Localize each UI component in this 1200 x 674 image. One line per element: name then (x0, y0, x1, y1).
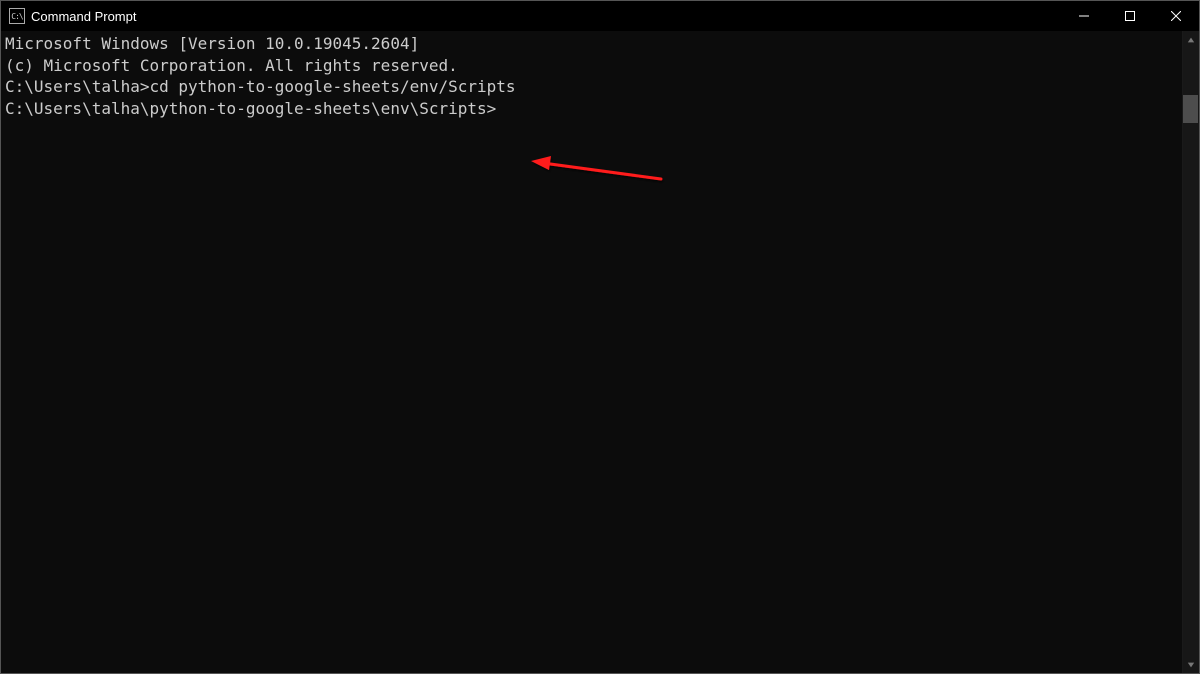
chevron-down-icon (1187, 661, 1195, 669)
cursor (496, 100, 505, 118)
maximize-button[interactable] (1107, 1, 1153, 31)
terminal-line: (c) Microsoft Corporation. All rights re… (5, 55, 1182, 77)
prompt: C:\Users\talha> (5, 77, 150, 96)
annotation-arrow-icon (531, 149, 671, 189)
titlebar[interactable]: C:\ Command Prompt (1, 1, 1199, 31)
command-text: cd python-to-google-sheets/env/Scripts (150, 77, 516, 96)
minimize-icon (1079, 11, 1089, 21)
terminal-line: C:\Users\talha\python-to-google-sheets\e… (5, 98, 1182, 120)
maximize-icon (1125, 11, 1135, 21)
scroll-up-button[interactable] (1183, 31, 1199, 48)
scroll-track[interactable] (1183, 48, 1199, 656)
terminal-line: Microsoft Windows [Version 10.0.19045.26… (5, 33, 1182, 55)
vertical-scrollbar[interactable] (1182, 31, 1199, 673)
scroll-down-button[interactable] (1183, 656, 1199, 673)
window-controls (1061, 1, 1199, 31)
command-prompt-window: C:\ Command Prompt Microsoft Windows [Ve… (0, 0, 1200, 674)
chevron-up-icon (1187, 36, 1195, 44)
scroll-thumb[interactable] (1183, 95, 1198, 123)
close-button[interactable] (1153, 1, 1199, 31)
minimize-button[interactable] (1061, 1, 1107, 31)
terminal-line: C:\Users\talha>cd python-to-google-sheet… (5, 76, 1182, 98)
cmd-icon: C:\ (9, 8, 25, 24)
prompt: C:\Users\talha\python-to-google-sheets\e… (5, 99, 496, 118)
content-area: Microsoft Windows [Version 10.0.19045.26… (1, 31, 1199, 673)
close-icon (1171, 11, 1181, 21)
window-title: Command Prompt (31, 9, 136, 24)
terminal-output[interactable]: Microsoft Windows [Version 10.0.19045.26… (1, 31, 1182, 673)
